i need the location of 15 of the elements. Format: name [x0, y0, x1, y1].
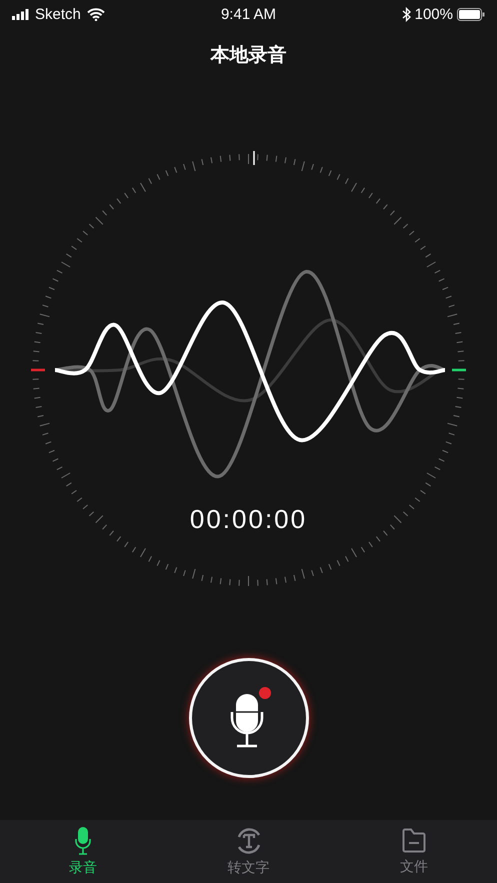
battery-icon	[456, 8, 485, 20]
tab-bar-item[interactable]: 文件	[331, 820, 497, 883]
bluetooth-icon	[402, 6, 411, 22]
recording-timer: 00:00:00	[190, 504, 308, 535]
microphone-icon	[74, 826, 91, 854]
clock-time: 9:41 AM	[220, 6, 276, 22]
record-button[interactable]	[188, 658, 308, 778]
wifi-icon	[86, 8, 105, 20]
carrier-name: Sketch	[35, 6, 81, 22]
signal-icon	[12, 8, 29, 20]
tab-bar-item[interactable]: 录音	[0, 820, 166, 883]
page-title: 本地录音	[210, 43, 286, 68]
tab-bar-item[interactable]: 转文字	[166, 820, 332, 883]
folder-icon	[402, 828, 426, 854]
battery-percentage: 100%	[414, 6, 453, 22]
